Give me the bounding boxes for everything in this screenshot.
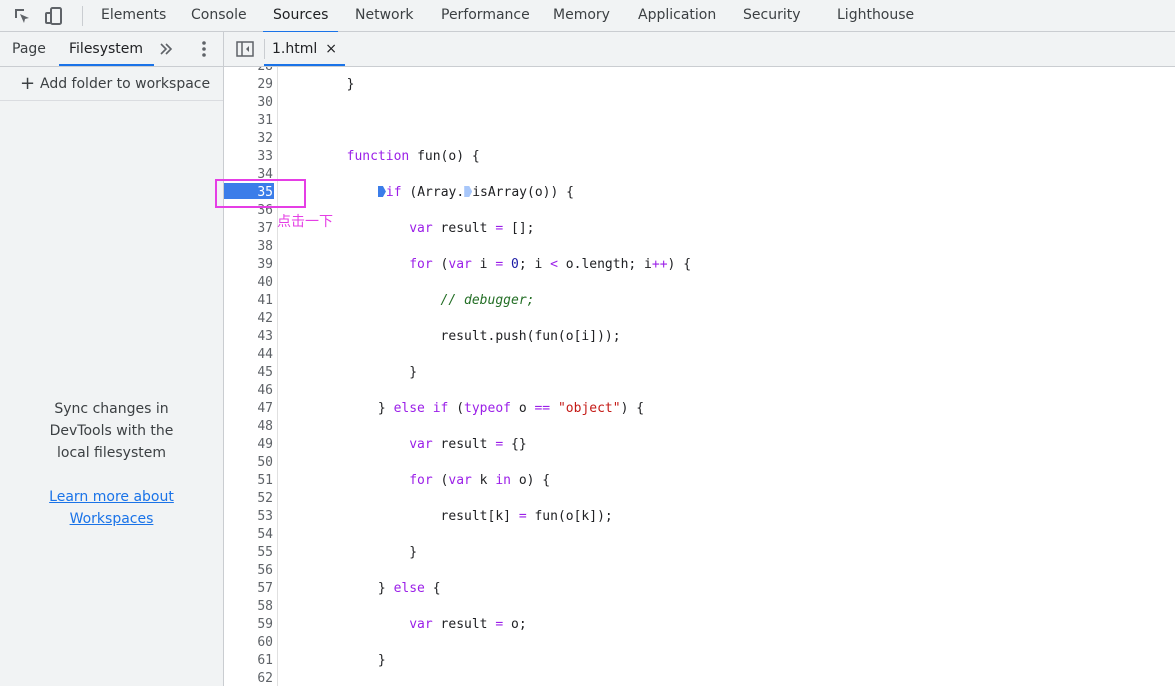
inline-breakpoint-icon[interactable] <box>377 186 386 197</box>
line-number[interactable]: 50 <box>224 454 273 472</box>
line-number[interactable]: 46 <box>224 382 273 400</box>
line-number[interactable]: 40 <box>224 274 273 292</box>
line-number[interactable]: 29 <box>224 76 273 94</box>
line-number[interactable]: 59 <box>224 616 273 634</box>
line-number[interactable]: 58 <box>224 598 273 616</box>
tab-performance[interactable]: Performance <box>441 0 530 32</box>
navigator-tabs: Page Filesystem <box>0 32 223 67</box>
code-line: } <box>284 365 418 380</box>
empty-message-line: local filesystem <box>56 445 166 461</box>
code-line: // debugger; <box>440 293 535 308</box>
plus-icon: + <box>20 73 36 94</box>
line-number[interactable]: 43 <box>224 328 273 346</box>
inline-breakpoint-icon[interactable] <box>464 186 473 197</box>
toolbar-divider <box>82 6 83 26</box>
line-number[interactable]: 56 <box>224 562 273 580</box>
file-tab-1-html[interactable]: 1.html × <box>264 32 345 66</box>
line-number[interactable]: 53 <box>224 508 273 526</box>
line-number[interactable]: 41 <box>224 292 273 310</box>
line-number[interactable]: 52 <box>224 490 273 508</box>
code-line: } else { <box>284 581 441 596</box>
breakpoint-line-number[interactable]: 35 <box>224 184 273 202</box>
more-tabs-chevron-icon[interactable] <box>158 39 174 59</box>
line-number[interactable]: 42 <box>224 310 273 328</box>
line-number[interactable]: 32 <box>224 130 273 148</box>
gutter-divider <box>277 67 278 686</box>
line-number[interactable]: 31 <box>224 112 273 130</box>
line-number[interactable]: 61 <box>224 652 273 670</box>
line-number[interactable]: 28 <box>224 67 273 76</box>
code-line: result.push(fun(o[i])); <box>284 329 621 344</box>
empty-message-line: DevTools with the <box>49 423 174 439</box>
line-number[interactable]: 62 <box>224 670 273 686</box>
line-number[interactable]: 51 <box>224 472 273 490</box>
line-number[interactable]: 37 <box>224 220 273 238</box>
divider <box>0 100 223 101</box>
line-number[interactable]: 57 <box>224 580 273 598</box>
code-line: result[k] = fun(o[k]); <box>284 509 613 524</box>
learn-more-workspaces-link[interactable]: Learn more about Workspaces <box>0 486 223 530</box>
line-number[interactable]: 49 <box>224 436 273 454</box>
code-line: } <box>284 545 418 560</box>
toggle-navigator-icon[interactable] <box>236 41 254 57</box>
tab-security[interactable]: Security <box>743 0 801 32</box>
code-editor[interactable]: 28 2930313233343536373839404142434445464… <box>224 67 1175 686</box>
tab-page[interactable]: Page <box>12 32 46 66</box>
tab-network[interactable]: Network <box>355 0 413 32</box>
empty-message-line: Sync changes in <box>54 401 169 417</box>
tab-lighthouse[interactable]: Lighthouse <box>837 0 914 32</box>
devtools-main-toolbar: Elements Console Sources Network Perform… <box>0 0 1175 33</box>
link-line[interactable]: Workspaces <box>0 508 223 530</box>
link-line[interactable]: Learn more about <box>0 486 223 508</box>
tab-sources[interactable]: Sources <box>262 0 339 33</box>
more-options-icon[interactable] <box>196 39 212 59</box>
workspace-empty-message: Sync changes in DevTools with the local … <box>0 398 223 464</box>
code-line: } <box>284 653 386 668</box>
line-number[interactable]: 47 <box>224 400 273 418</box>
sources-navigator: Page Filesystem + Add folder to workspace… <box>0 32 224 686</box>
line-number[interactable]: 48 <box>224 418 273 436</box>
add-folder-label: Add folder to workspace <box>40 76 211 92</box>
line-number[interactable]: 60 <box>224 634 273 652</box>
line-number[interactable]: 30 <box>224 94 273 112</box>
inspect-element-icon[interactable] <box>12 6 32 26</box>
tab-filesystem[interactable]: Filesystem <box>58 32 155 66</box>
code-line: } <box>284 77 355 92</box>
line-number[interactable]: 45 <box>224 364 273 382</box>
code-line: } else if (typeof o == "object") { <box>284 401 645 416</box>
tab-elements[interactable]: Elements <box>101 0 166 32</box>
close-icon[interactable]: × <box>325 32 337 66</box>
code-line: if (Array. isArray(o)) { <box>284 184 574 202</box>
code-line: var result = o; <box>409 617 527 632</box>
code-line: var result = {} <box>409 437 527 452</box>
code-line: function fun(o) { <box>346 149 480 164</box>
annotation-label: 点击一下 <box>277 214 333 230</box>
toolbar-divider <box>264 39 265 59</box>
line-number[interactable]: 38 <box>224 238 273 256</box>
file-tab-label: 1.html <box>272 41 318 57</box>
code-line: for (var k in o) { <box>409 473 551 488</box>
add-folder-button[interactable]: + Add folder to workspace <box>20 72 210 96</box>
line-number[interactable]: 39 <box>224 256 273 274</box>
device-toolbar-icon[interactable] <box>44 6 64 26</box>
line-number[interactable]: 54 <box>224 526 273 544</box>
editor-tab-strip: 1.html × <box>224 32 1175 67</box>
tab-application[interactable]: Application <box>638 0 716 32</box>
line-number[interactable]: 33 <box>224 148 273 166</box>
code-line: for (var i = 0; i < o.length; i++) { <box>409 257 692 272</box>
tab-console[interactable]: Console <box>191 0 247 32</box>
line-number[interactable]: 44 <box>224 346 273 364</box>
tab-memory[interactable]: Memory <box>553 0 610 32</box>
line-number[interactable]: 55 <box>224 544 273 562</box>
